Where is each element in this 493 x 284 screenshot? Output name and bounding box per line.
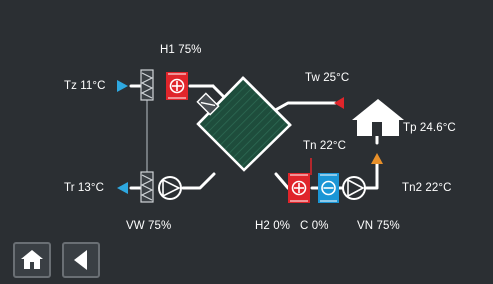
heat-exchanger — [196, 76, 292, 172]
h1-label: H1 75% — [160, 44, 202, 56]
supply-filter-icon — [140, 69, 154, 101]
return-arrow-icon — [334, 97, 344, 109]
tz-label: Tz 11°C — [64, 80, 106, 92]
vn-label: VN 75% — [357, 220, 400, 232]
c-label: C 0% — [300, 220, 329, 232]
extract-filter-icon — [140, 171, 154, 203]
exhaust-outlet-arrow-icon — [117, 182, 128, 194]
fan-vw-icon — [158, 176, 182, 200]
tp-label: Tp 24.6°C — [403, 122, 456, 134]
tw-label: Tw 25°C — [305, 72, 350, 84]
hvac-screen: H1 75% Tz 11°C Tr 13°C VW 75% Tw 25°C Tn… — [0, 0, 493, 284]
outdoor-inlet-arrow-icon — [117, 80, 128, 92]
back-arrow-icon — [74, 250, 87, 270]
cooler-c-icon — [318, 173, 339, 203]
heater-h1-icon — [166, 72, 188, 100]
home-icon — [21, 250, 43, 269]
back-button[interactable] — [62, 242, 100, 278]
h2-label: H2 0% — [255, 220, 291, 232]
heater-h2-icon — [288, 173, 310, 203]
tr-label: Tr 13°C — [64, 182, 105, 194]
tn-label: Tn 22°C — [303, 140, 347, 152]
tn2-label: Tn2 22°C — [402, 182, 452, 194]
house-icon — [352, 99, 404, 136]
vw-label: VW 75% — [126, 220, 172, 232]
fan-vn-icon — [342, 176, 366, 200]
home-button[interactable] — [13, 242, 51, 278]
supply-arrow-icon — [371, 153, 383, 164]
